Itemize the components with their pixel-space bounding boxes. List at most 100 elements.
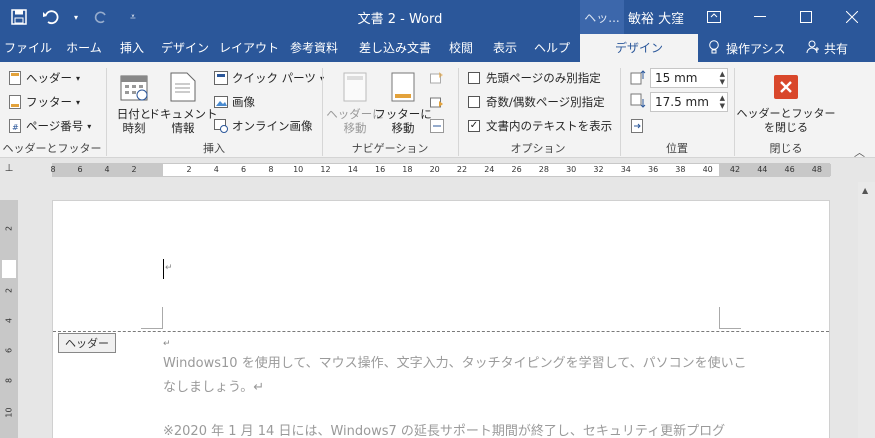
previous-section-button [430,68,444,88]
tab-review[interactable]: 校閲 [440,34,482,62]
group-label-position: 位置 [666,142,688,155]
header-position-input[interactable]: 15 mm ▲ ▼ [650,68,728,88]
customize-qat-icon[interactable]: ⩡ [122,6,144,28]
ruler-number: 36 [648,165,659,174]
tab-file[interactable]: ファイル [0,34,56,62]
quick-access-toolbar: ▾ ⩡ [8,6,144,28]
tab-layout[interactable]: レイアウト [218,34,280,62]
undo-dropdown-icon[interactable]: ▾ [72,6,80,28]
link-to-previous-button[interactable] [430,116,444,136]
footer-position-input[interactable]: 17.5 mm ▲ ▼ [650,92,728,112]
next-section-button[interactable] [430,92,444,112]
quick-parts-label: クイック パーツ [232,71,316,85]
go-to-footer-icon [387,70,419,104]
document-page[interactable]: ↵ ヘッダー ↵ Windows10 を使用して、マウス操作、文字入力、タッチタ… [52,200,830,438]
ribbon-display-options-icon[interactable] [691,0,737,34]
ruler-number: 40 [702,165,713,174]
vertical-ruler[interactable]: 2 2 4 6 8 10 [0,200,18,438]
tab-header-footer-design[interactable]: デザイン [580,34,698,62]
spin-arrows-icon[interactable]: ▲ ▼ [720,94,725,110]
picture-button[interactable]: 画像 [214,92,255,112]
document-info-label: ドキュメント 情報 [148,107,218,135]
alignment-tab-icon [630,119,644,133]
group-label-options: オプション [510,142,566,155]
margin-corner-marker [719,307,741,329]
ruler-number: 4 [104,165,110,174]
header-position-spinner[interactable]: 15 mm ▲ ▼ [630,68,728,88]
ruler-number: 38 [675,165,686,174]
ruler-number: 2 [4,225,14,232]
group-label-insert: 挿入 [203,142,225,155]
footer-position-spinner[interactable]: 17.5 mm ▲ ▼ [630,92,728,112]
context-tab-title: ヘッ... [580,0,624,34]
header-button[interactable]: ヘッダー ▾ [8,68,80,88]
show-text-checkbox[interactable]: ✓ [468,120,480,132]
page-number-icon: # [8,119,22,133]
header-icon [8,71,22,85]
tab-selector-icon[interactable]: ⊥ [2,163,16,177]
title-bar: ▾ ⩡ 文書 2 - Word ヘッ... 敏裕 大窪 [0,0,875,34]
ruler-number: 10 [293,165,304,174]
ruler-number: 44 [757,165,768,174]
calendar-icon [118,70,150,104]
ruler-number: 26 [511,165,522,174]
body-text-line: Windows10 を使用して、マウス操作、文字入力、タッチタイピングを学習して… [163,356,747,371]
odd-even-checkbox[interactable] [468,96,480,108]
ruler-number: 10 [4,407,14,418]
person-icon [806,40,820,57]
tab-insert[interactable]: 挿入 [112,34,152,62]
page-number-button[interactable]: # ページ番号 ▾ [8,116,91,136]
show-text-option[interactable]: ✓ 文書内のテキストを表示 [468,116,612,136]
close-header-footer-label: ヘッダーとフッター を閉じる [736,107,836,134]
ruler-number: 4 [4,317,14,324]
close-window-icon[interactable] [829,0,875,34]
first-page-checkbox[interactable] [468,72,480,84]
ruler-number: 28 [538,165,549,174]
quick-parts-button[interactable]: クイック パーツ▾ [214,68,324,88]
footer-label: フッター [26,95,72,109]
ribbon-tabs: ファイル ホーム 挿入 デザイン レイアウト 参考資料 差し込み文書 校閲 表示… [0,34,875,62]
header-top-icon [630,69,646,88]
online-picture-button[interactable]: オンライン画像 [214,116,313,136]
body-text-line: なしましょう。↵ [163,380,265,395]
minimize-icon[interactable] [737,0,783,34]
scroll-up-icon[interactable]: ▲ [862,186,868,195]
paragraph-mark: ↵ [165,263,173,273]
group-label-close: 閉じる [769,142,803,155]
tab-view[interactable]: 表示 [484,34,526,62]
online-picture-icon [214,119,228,133]
go-to-footer-button[interactable]: フッターに 移動 [374,70,432,135]
close-header-footer-button[interactable]: ヘッダーとフッター を閉じる [736,70,836,135]
ruler-number: 46 [784,165,795,174]
tab-help[interactable]: ヘルプ [528,34,576,62]
vertical-scrollbar[interactable]: ▲ [858,182,875,438]
maximize-icon[interactable] [783,0,829,34]
header-boundary-line [53,331,829,332]
horizontal-ruler[interactable]: 8 6 4 2 2 4 6 8 10 12 14 16 18 20 22 24 26 28 30 32 34 36 38 40… [50,163,831,177]
tab-references[interactable]: 参考資料 [282,34,346,62]
document-info-button[interactable]: ドキュメント 情報 [149,70,218,135]
spin-arrows-icon[interactable]: ▲ ▼ [720,70,725,86]
first-page-option[interactable]: 先頭ページのみ別指定 [468,68,601,88]
tell-me-box[interactable]: 操作アシス [708,34,786,62]
quick-parts-icon [214,71,228,85]
ruler-number: 24 [484,165,495,174]
paragraph-mark: ↵ [163,339,171,349]
group-label-navigation: ナビゲーション [351,142,429,155]
insert-alignment-tab-button[interactable] [630,116,644,136]
redo-icon [90,6,112,28]
tab-mailings[interactable]: 差し込み文書 [352,34,438,62]
undo-icon[interactable] [40,6,62,28]
footer-button[interactable]: フッター ▾ [8,92,80,112]
user-name[interactable]: 敏裕 大窪 [628,8,684,27]
tab-design[interactable]: デザイン [152,34,218,62]
save-icon[interactable] [8,6,30,28]
tell-me-label: 操作アシス [726,41,786,56]
share-button[interactable]: 共有 [806,34,848,62]
text-cursor [163,259,164,279]
tab-home[interactable]: ホーム [56,34,112,62]
document-info-icon [167,70,199,104]
ruler-number: 32 [593,165,604,174]
ruler-number: 8 [268,165,274,174]
odd-even-option[interactable]: 奇数/偶数ページ別指定 [468,92,605,112]
